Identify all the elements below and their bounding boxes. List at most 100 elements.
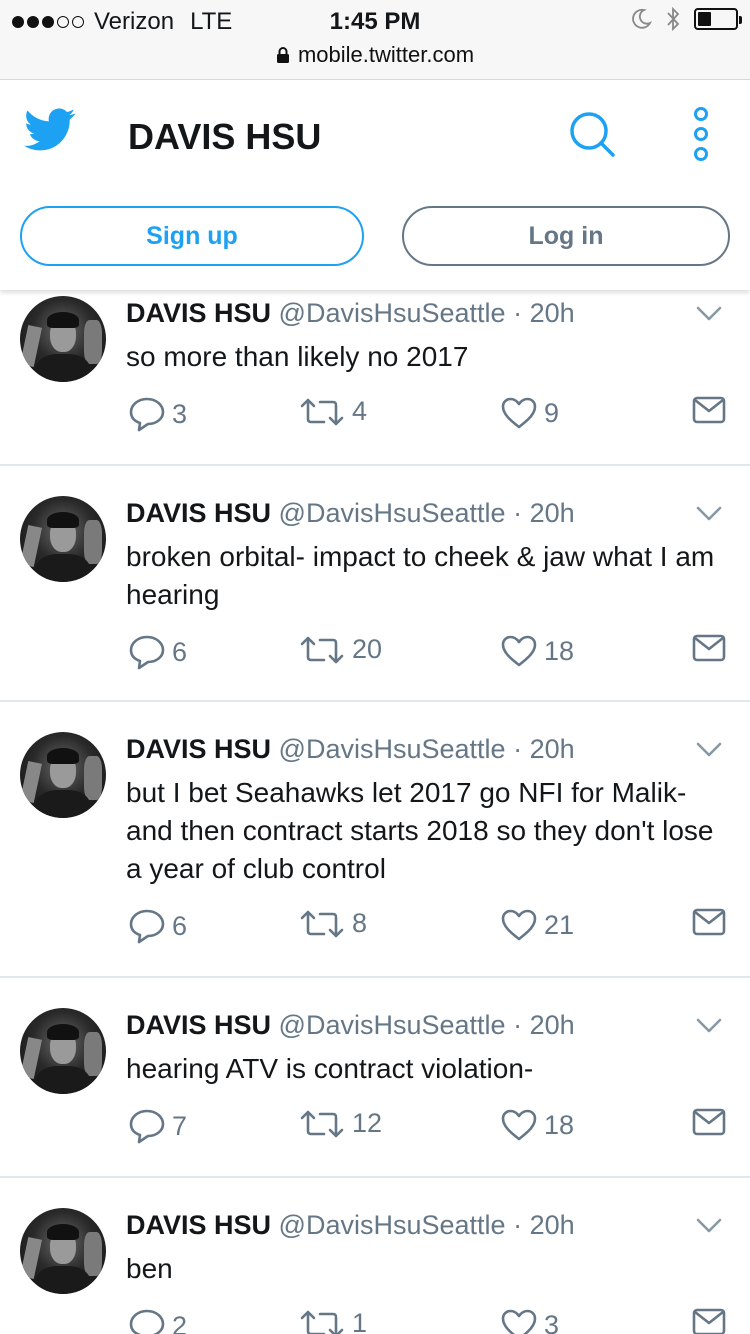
tweet-text: hearing ATV is contract violation- [126,1053,534,1084]
like-count: 18 [544,635,575,666]
separator-dot: · [513,1010,523,1040]
author-handle[interactable]: @DavisHsuSeattle [279,298,506,328]
log-in-button[interactable]: Log in [402,206,730,266]
separator-dot: · [513,734,523,764]
reply-count: 6 [172,910,188,941]
like-count: 3 [544,1309,560,1334]
reply-button[interactable]: 6 [128,634,187,670]
like-button[interactable]: 18 [500,634,574,668]
search-icon[interactable] [566,108,618,160]
direct-message-icon [692,1308,726,1334]
author-name[interactable]: DAVIS HSU [126,498,271,528]
reply-button[interactable]: 3 [128,396,187,432]
page-title: DAVIS HSU [128,116,322,157]
direct-message-icon [692,634,726,662]
more-options-icon[interactable] [686,106,716,162]
retweet-button[interactable]: 1 [298,1308,367,1334]
tweet-item[interactable]: DAVIS HSU @DavisHsuSeattle · 20h broken … [0,466,750,702]
tweet-header: DAVIS HSU @DavisHsuSeattle · 20h [126,298,575,329]
tweet-timestamp[interactable]: 20h [530,1010,575,1040]
reply-count: 7 [172,1110,188,1141]
tweet-text: so more than likely no 2017 [126,341,469,372]
tweet-header: DAVIS HSU @DavisHsuSeattle · 20h [126,734,575,765]
reply-count: 3 [172,398,188,429]
tweet-actions: 6 20 18 [126,634,736,674]
tweet-timestamp[interactable]: 20h [530,1210,575,1240]
reply-icon [129,397,165,432]
direct-message-icon [692,1108,726,1136]
retweet-button[interactable]: 8 [298,908,367,939]
avatar[interactable] [20,1208,106,1294]
sign-up-button[interactable]: Sign up [20,206,364,266]
status-icons [630,6,742,32]
like-heart-icon [501,397,537,429]
retweet-count: 4 [352,396,368,426]
direct-message-button[interactable] [692,908,726,936]
tweet-header: DAVIS HSU @DavisHsuSeattle · 20h [126,1010,575,1041]
author-handle[interactable]: @DavisHsuSeattle [279,734,506,764]
like-button[interactable]: 9 [500,396,559,430]
chevron-down-icon[interactable] [696,742,722,758]
reply-button[interactable]: 7 [128,1108,187,1144]
author-name[interactable]: DAVIS HSU [126,734,271,764]
tweet-timestamp[interactable]: 20h [530,498,575,528]
retweet-button[interactable]: 4 [298,396,367,427]
reply-button[interactable]: 6 [128,908,187,944]
retweet-count: 8 [352,908,368,938]
url-text: mobile.twitter.com [297,42,475,67]
author-handle[interactable]: @DavisHsuSeattle [279,1210,506,1240]
tweet-item[interactable]: DAVIS HSU @DavisHsuSeattle · 20h but I b… [0,702,750,978]
retweet-icon [300,398,344,425]
tweet-item[interactable]: DAVIS HSU @DavisHsuSeattle · 20h hearing… [0,978,750,1178]
like-button[interactable]: 3 [500,1308,559,1334]
direct-message-button[interactable] [692,634,726,662]
like-button[interactable]: 18 [500,1108,574,1142]
do-not-disturb-icon [632,8,652,29]
reply-button[interactable]: 2 [128,1308,187,1334]
direct-message-button[interactable] [692,1108,726,1136]
retweet-button[interactable]: 12 [298,1108,382,1139]
author-handle[interactable]: @DavisHsuSeattle [279,498,506,528]
tweet-actions: 3 4 9 [126,396,736,436]
separator-dot: · [513,498,523,528]
bluetooth-icon [667,6,680,32]
retweet-icon [300,910,344,937]
tweet-header: DAVIS HSU @DavisHsuSeattle · 20h [126,498,575,529]
tweet-timestamp[interactable]: 20h [530,298,575,328]
reply-icon [129,1109,165,1144]
profile-header: DAVIS HSU Sign up Log in [0,80,750,290]
chevron-down-icon[interactable] [696,1018,722,1034]
avatar[interactable] [20,496,106,582]
direct-message-button[interactable] [692,396,726,424]
status-bar: Verizon LTE 1:45 PM mobile.twitter.com [0,0,750,80]
battery-icon [694,8,742,30]
retweet-icon [300,1310,344,1334]
tweet-item[interactable]: DAVIS HSU @DavisHsuSeattle · 20h ben 2 1… [0,1178,750,1334]
retweet-count: 12 [352,1108,383,1138]
separator-dot: · [513,298,523,328]
reply-icon [129,909,165,944]
avatar[interactable] [20,732,106,818]
like-count: 21 [544,909,575,940]
chevron-down-icon[interactable] [696,1218,722,1234]
author-name[interactable]: DAVIS HSU [126,1210,271,1240]
avatar[interactable] [20,1008,106,1094]
tweet-item[interactable]: DAVIS HSU @DavisHsuSeattle · 20h so more… [0,290,750,466]
avatar[interactable] [20,296,106,382]
like-button[interactable]: 21 [500,908,574,942]
tweet-actions: 6 8 21 [126,908,736,948]
tweet-timestamp[interactable]: 20h [530,734,575,764]
author-handle[interactable]: @DavisHsuSeattle [279,1010,506,1040]
tweet-actions: 2 1 3 [126,1308,736,1334]
chevron-down-icon[interactable] [696,506,722,522]
retweet-button[interactable]: 20 [298,634,382,665]
direct-message-button[interactable] [692,1308,726,1334]
reply-icon [129,635,165,670]
separator-dot: · [513,1210,523,1240]
author-name[interactable]: DAVIS HSU [126,298,271,328]
twitter-bird-icon[interactable] [24,108,76,152]
chevron-down-icon[interactable] [696,306,722,322]
author-name[interactable]: DAVIS HSU [126,1010,271,1040]
address-bar[interactable]: mobile.twitter.com [0,42,750,68]
tweet-header: DAVIS HSU @DavisHsuSeattle · 20h [126,1210,575,1241]
